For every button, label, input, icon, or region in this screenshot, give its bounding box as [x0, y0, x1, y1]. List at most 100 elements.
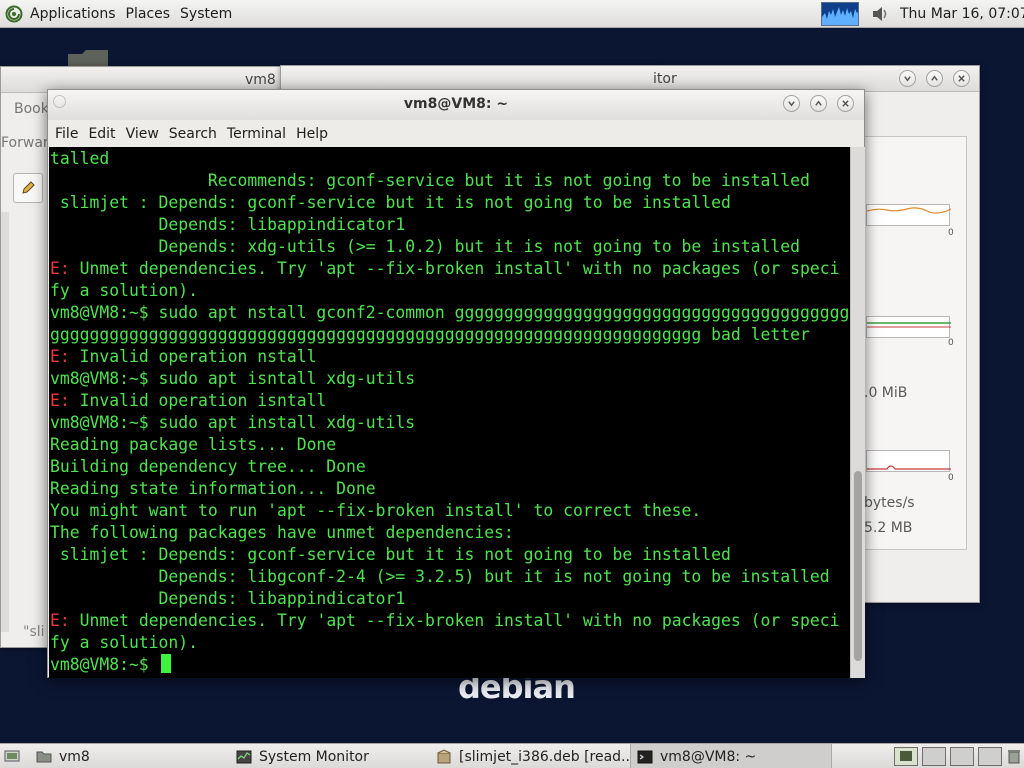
- terminal-line: vm8@VM8:~$ sudo apt nstall gconf2-common…: [50, 302, 850, 324]
- line-text: Unmet dependencies. Try 'apt --fix-broke…: [69, 259, 840, 278]
- workspace-3[interactable]: [950, 747, 974, 766]
- terminal-menubar: File Edit View Search Terminal Help: [48, 121, 864, 147]
- line-text: slimjet : Depends: gconf-service but it …: [50, 193, 731, 212]
- menu-help[interactable]: Help: [291, 126, 333, 142]
- workspace-2[interactable]: [922, 747, 946, 766]
- terminal-line: gggggggggggggggggggggggggggggggggggggggg…: [50, 324, 850, 346]
- terminal-line: vm8@VM8:~$ sudo apt install xdg-utils: [50, 412, 850, 434]
- forward-button[interactable]: Forwar: [1, 135, 49, 151]
- error-prefix: E:: [50, 347, 70, 366]
- terminal-line: Depends: libappindicator1: [50, 214, 850, 236]
- cpu-monitor-graph[interactable]: [821, 2, 859, 26]
- terminal-line: E: Unmet dependencies. Try 'apt --fix-br…: [50, 610, 850, 632]
- taskbar-item-system-monitor[interactable]: System Monitor: [236, 744, 369, 768]
- close-icon: [842, 100, 849, 107]
- debian-swirl-icon[interactable]: [5, 5, 23, 23]
- line-text: Depends: libappindicator1: [50, 589, 406, 608]
- minimize-button[interactable]: [899, 70, 916, 87]
- menu-terminal[interactable]: Terminal: [222, 126, 291, 142]
- status-text: "sli: [23, 624, 45, 640]
- bookmarks-menu[interactable]: Book: [14, 101, 49, 117]
- terminal-line: Building dependency tree... Done: [50, 456, 850, 478]
- clock[interactable]: Thu Mar 16, 07:07: [900, 6, 1024, 22]
- window-title: vm8: [245, 72, 276, 88]
- maximize-button[interactable]: [810, 95, 827, 112]
- workspace-1[interactable]: [894, 747, 918, 766]
- line-text: fy a solution).: [50, 281, 199, 300]
- line-text: slimjet : Depends: gconf-service but it …: [50, 545, 731, 564]
- network-total: 5.2 MB: [864, 520, 913, 536]
- line-text: Depends: xdg-utils (>= 1.0.2) but it is …: [50, 237, 800, 256]
- line-text: Reading package lists... Done: [50, 435, 337, 454]
- minimize-button[interactable]: [783, 95, 800, 112]
- menu-edit[interactable]: Edit: [83, 126, 120, 142]
- menu-system[interactable]: System: [175, 6, 237, 22]
- workspace-4[interactable]: [978, 747, 1002, 766]
- memory-history-graph: [866, 316, 951, 338]
- line-text: Recommends: gconf-service but it is not …: [50, 171, 810, 190]
- line-text: talled: [50, 149, 110, 168]
- menu-view[interactable]: View: [121, 126, 164, 142]
- terminal-line: E: Invalid operation nstall: [50, 346, 850, 368]
- menu-places[interactable]: Places: [121, 6, 176, 22]
- menu-search[interactable]: Search: [164, 126, 222, 142]
- terminal-line: slimjet : Depends: gconf-service but it …: [50, 544, 850, 566]
- terminal-titlebar[interactable]: vm8@VM8: ~: [48, 90, 864, 120]
- taskbar-item-files[interactable]: vm8: [36, 744, 90, 768]
- system-monitor-icon: [236, 750, 252, 763]
- terminal-line: Reading state information... Done: [50, 478, 850, 500]
- prompt-text: vm8@VM8:~$: [50, 655, 159, 674]
- terminal-line: slimjet : Depends: gconf-service but it …: [50, 192, 850, 214]
- terminal-line: talled: [50, 148, 850, 170]
- memory-axis-zero: 0: [948, 338, 954, 348]
- chevron-up-icon: [931, 75, 938, 81]
- window-title: vm8@VM8: ~: [403, 96, 509, 112]
- line-text: gggggggggggggggggggggggggggggggggggggggg…: [50, 325, 810, 344]
- line-text: vm8@VM8:~$ sudo apt isntall xdg-utils: [50, 369, 416, 388]
- error-prefix: E:: [50, 259, 70, 278]
- close-button[interactable]: [837, 95, 854, 112]
- menu-applications[interactable]: Applications: [25, 6, 121, 22]
- window-title: itor: [653, 71, 677, 87]
- line-text: The following packages have unmet depend…: [50, 523, 514, 542]
- taskbar-item-package[interactable]: [slimjet_i386.deb [read...: [436, 744, 634, 768]
- volume-icon[interactable]: [870, 4, 890, 24]
- memory-value: .0 MiB: [864, 385, 908, 401]
- cpu-axis-zero: 0: [948, 228, 954, 238]
- terminal-line: E: Unmet dependencies. Try 'apt --fix-br…: [50, 258, 850, 280]
- menu-file[interactable]: File: [50, 126, 83, 142]
- terminal-icon: [637, 750, 653, 763]
- terminal-prompt-line[interactable]: vm8@VM8:~$: [50, 654, 850, 676]
- chevron-down-icon: [904, 76, 911, 82]
- terminal-line: You might want to run 'apt --fix-broken …: [50, 500, 850, 522]
- terminal-scrollbar[interactable]: [850, 147, 865, 678]
- close-button[interactable]: [953, 70, 970, 87]
- line-text: Invalid operation isntall: [69, 391, 327, 410]
- terminal-line: The following packages have unmet depend…: [50, 522, 850, 544]
- pencil-icon: [22, 181, 35, 194]
- chevron-up-icon: [815, 100, 822, 106]
- show-desktop-icon[interactable]: [4, 748, 20, 764]
- terminal-line: Recommends: gconf-service but it is not …: [50, 170, 850, 192]
- terminal-line: Depends: libappindicator1: [50, 588, 850, 610]
- terminal-output[interactable]: talled Recommends: gconf-service but it …: [49, 147, 850, 678]
- edit-toolbar-button[interactable]: [13, 173, 43, 203]
- terminal-line: Depends: xdg-utils (>= 1.0.2) but it is …: [50, 236, 850, 258]
- terminal-window[interactable]: vm8@VM8: ~ File Edit View Search Termina…: [47, 89, 865, 678]
- package-icon: [437, 748, 451, 763]
- line-text: Unmet dependencies. Try 'apt --fix-broke…: [69, 611, 840, 630]
- trash-icon[interactable]: [1006, 748, 1022, 764]
- error-prefix: E:: [50, 611, 70, 630]
- taskbar-label: vm8: [59, 748, 90, 765]
- line-text: Invalid operation nstall: [69, 347, 317, 366]
- line-text: vm8@VM8:~$ sudo apt nstall gconf2-common…: [50, 303, 850, 322]
- bottom-panel: vm8 System Monitor [slimjet_i386.deb [re…: [0, 743, 1024, 768]
- network-axis-zero: 0: [948, 473, 954, 483]
- cpu-history-graph: [866, 204, 952, 226]
- taskbar-item-terminal[interactable]: vm8@VM8: ~: [630, 744, 832, 768]
- line-text: Reading state information... Done: [50, 479, 376, 498]
- maximize-button[interactable]: [926, 70, 943, 87]
- chevron-down-icon: [788, 101, 795, 107]
- taskbar-label: [slimjet_i386.deb [read...: [459, 748, 635, 765]
- scrollbar-thumb[interactable]: [854, 471, 862, 661]
